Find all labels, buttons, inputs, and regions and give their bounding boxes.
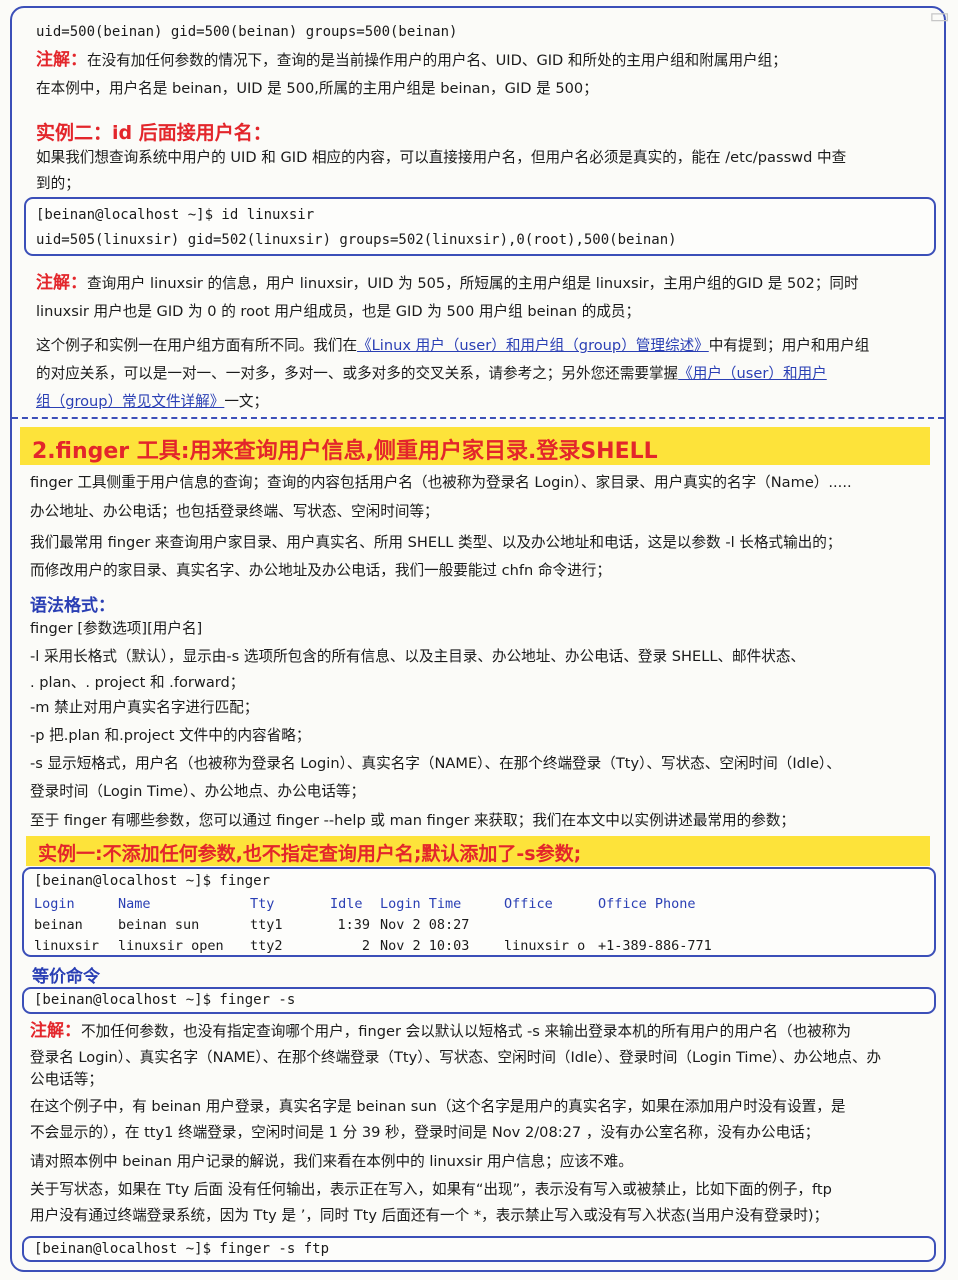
note-label: 注解： xyxy=(36,50,87,70)
option-s: -s 显示短格式，用户名（也被称为登录名 Login）、真实名字（NAME）、在… xyxy=(30,755,841,772)
example1-note-3: 公电话等； xyxy=(30,1071,103,1088)
option-m: -m 禁止对用户真实名字进行匹配； xyxy=(30,699,259,716)
cell: beinan xyxy=(34,916,83,933)
finger-p2: 办公地址、办公电话；也包括登录终端、写状态、空闲时间等； xyxy=(30,503,439,520)
col-login: Login xyxy=(34,895,75,912)
cell: linuxsir o xyxy=(504,937,586,954)
finger-more: 至于 finger 有哪些参数，您可以通过 finger --help 或 ma… xyxy=(30,812,796,829)
option-p: -p 把.plan 和.project 文件中的内容省略； xyxy=(30,727,311,744)
example2-para-2: 的对应关系，可以是一对一、一对多，多对一、或多对多的交叉关系，请参考之；另外您还… xyxy=(36,364,827,384)
note-text: 查询用户 linuxsir 的信息，用户 linuxsir，UID 为 505，… xyxy=(87,275,859,292)
finger-p3: 我们最常用 finger 来查询用户家目录、用户真实名、所用 SHELL 类型、… xyxy=(30,534,842,551)
option-l-cont: . plan、. project 和 .forward； xyxy=(30,674,245,691)
finger-heading-highlight: 2.finger 工具:用来查询用户信息,侧重用户家目录.登录SHELL xyxy=(20,427,930,465)
col-login-time: Login Time xyxy=(380,895,462,912)
option-s-cont: 登录时间（Login Time）、办公地点、办公电话等； xyxy=(30,783,366,800)
cell: 1:39 xyxy=(337,916,370,933)
link-user-group-files[interactable]: 《用户（user）和用户 xyxy=(678,365,827,382)
ftp-cmd: [beinan@localhost ~]$ finger -s ftp xyxy=(34,1241,330,1257)
screen-icon: ▭ xyxy=(929,4,950,29)
cell xyxy=(504,914,598,935)
example1-note-7: 关于写状态，如果在 Tty 后面 没有任何输出，表示正在写入，如果有“出现”，表… xyxy=(30,1181,832,1198)
page-frame xyxy=(10,6,946,1272)
code-box-id: [beinan@localhost ~]$ id linuxsir uid=50… xyxy=(24,197,936,256)
section-divider xyxy=(12,417,944,419)
example1-note-2: 登录名 Login）、真实名字（NAME）、在那个终端登录（Tty）、写状态、空… xyxy=(30,1049,882,1066)
table-row: linuxsir linuxsir open tty2 2 Nov 2 10:0… xyxy=(34,935,722,956)
note-1: 注解：在没有加任何参数的情况下，查询的是当前操作用户的用户名、UID、GID 和… xyxy=(36,50,787,71)
cell: beinan sun xyxy=(118,916,200,933)
col-name: Name xyxy=(118,895,151,912)
para-text: 中有提到；用户和用户组 xyxy=(708,337,870,354)
col-office: Office xyxy=(504,895,553,912)
example2-desc-2: 到的； xyxy=(36,175,80,192)
example1-heading: 实例一:不添加任何参数,也不指定查询用户名;默认添加了-s参数; xyxy=(38,843,582,865)
col-tty: Tty xyxy=(250,895,275,912)
example2-note-2: linuxsir 用户也是 GID 为 0 的 root 用户组成员，也是 GI… xyxy=(36,303,641,320)
col-idle: Idle xyxy=(330,895,363,912)
equiv-label: 等价命令 xyxy=(32,967,100,987)
link-user-group-files-cont[interactable]: 组（group）常见文件详解》 xyxy=(36,393,224,410)
example2-desc-1: 如果我们想查询系统中用户的 UID 和 GID 相应的内容，可以直接接用户名，但… xyxy=(36,149,847,166)
cell: tty1 xyxy=(250,916,283,933)
syntax-label: 语法格式： xyxy=(30,596,115,616)
para-text: 一文； xyxy=(224,393,269,410)
example1-note-5: 不会显示的），在 tty1 终端登录，空闲时间是 1 分 39 秒，登录时间是 … xyxy=(30,1124,820,1141)
code-box-finger: [beinan@localhost ~]$ finger Login Name … xyxy=(22,867,936,957)
example1-note-8: 用户没有通过终端登录系统，因为 Tty 是 ’，同时 Tty 后面还有一个 *，… xyxy=(30,1207,829,1224)
col-office-phone: Office Phone xyxy=(598,895,696,912)
example2-note-1: 注解：查询用户 linuxsir 的信息，用户 linuxsir，UID 为 5… xyxy=(36,273,859,294)
code-cmd: [beinan@localhost ~]$ id linuxsir xyxy=(36,207,315,223)
cell: tty2 xyxy=(250,937,283,954)
finger-p4: 而修改用户的家目录、真实名字、办公地址及办公电话，我们一般要能过 chfn 命令… xyxy=(30,562,611,579)
code-output: uid=505(linuxsir) gid=502(linuxsir) grou… xyxy=(36,232,677,248)
finger-p1: finger 工具侧重于用户信息的查询；查询的内容包括用户名（也被称为登录名 L… xyxy=(30,474,852,491)
code-box-ftp: [beinan@localhost ~]$ finger -s ftp xyxy=(22,1236,936,1262)
cell: Nov 2 10:03 xyxy=(380,937,470,954)
example2-heading: 实例二：id 后面接用户名： xyxy=(36,122,272,144)
example2-para-3: 组（group）常见文件详解》一文； xyxy=(36,392,268,412)
cell: +1-389-886-771 xyxy=(598,937,712,954)
syntax-line: finger [参数选项][用户名] xyxy=(30,620,203,637)
finger-heading: 2.finger 工具:用来查询用户信息,侧重用户家目录.登录SHELL xyxy=(32,439,658,464)
id-output-line: uid=500(beinan) gid=500(beinan) groups=5… xyxy=(36,24,458,40)
note-text: 不加任何参数，也没有指定查询哪个用户，finger 会以默认以短格式 -s 来输… xyxy=(81,1023,851,1040)
example2-para-1: 这个例子和实例一在用户组方面有所不同。我们在《Linux 用户（user）和用户… xyxy=(36,336,869,356)
cell: 2 xyxy=(361,937,370,954)
note-text: 在没有加任何参数的情况下，查询的是当前操作用户的用户名、UID、GID 和所处的… xyxy=(87,52,787,69)
equiv-cmd: [beinan@localhost ~]$ finger -s xyxy=(34,992,296,1008)
example1-heading-highlight: 实例一:不添加任何参数,也不指定查询用户名;默认添加了-s参数; xyxy=(26,836,930,866)
example1-note-1: 注解：不加任何参数，也没有指定查询哪个用户，finger 会以默认以短格式 -s… xyxy=(30,1021,851,1042)
cell: Nov 2 08:27 xyxy=(380,916,470,933)
note-label: 注解： xyxy=(36,273,87,293)
cell: linuxsir xyxy=(34,937,100,954)
example1-note-6: 请对照本例中 beinan 用户记录的解说，我们来看在本例中的 linuxsir… xyxy=(30,1153,633,1170)
table-row: beinan beinan sun tty1 1:39 Nov 2 08:27 xyxy=(34,914,722,935)
cell: linuxsir open xyxy=(118,937,224,954)
option-l: -l 采用长格式（默认），显示由-s 选项所包含的所有信息、以及主目录、办公地址… xyxy=(30,648,806,665)
note-label: 注解： xyxy=(30,1021,81,1041)
para-text: 这个例子和实例一在用户组方面有所不同。我们在 xyxy=(36,337,358,354)
code-box-equiv: [beinan@localhost ~]$ finger -s xyxy=(22,987,936,1014)
note-1-cont: 在本例中，用户名是 beinan，UID 是 500,所属的主用户组是 bein… xyxy=(36,80,598,97)
cell xyxy=(598,914,722,935)
finger-output-table: Login Name Tty Idle Login Time Office Of… xyxy=(34,893,722,956)
finger-cmd: [beinan@localhost ~]$ finger xyxy=(34,873,271,889)
table-header-row: Login Name Tty Idle Login Time Office Of… xyxy=(34,893,722,914)
para-text: 的对应关系，可以是一对一、一对多，多对一、或多对多的交叉关系，请参考之；另外您还… xyxy=(36,365,679,382)
example1-note-4: 在这个例子中，有 beinan 用户登录，真实名字是 beinan sun（这个… xyxy=(30,1098,846,1115)
link-user-group-overview[interactable]: 《Linux 用户（user）和用户组（group）管理综述》 xyxy=(357,337,709,354)
